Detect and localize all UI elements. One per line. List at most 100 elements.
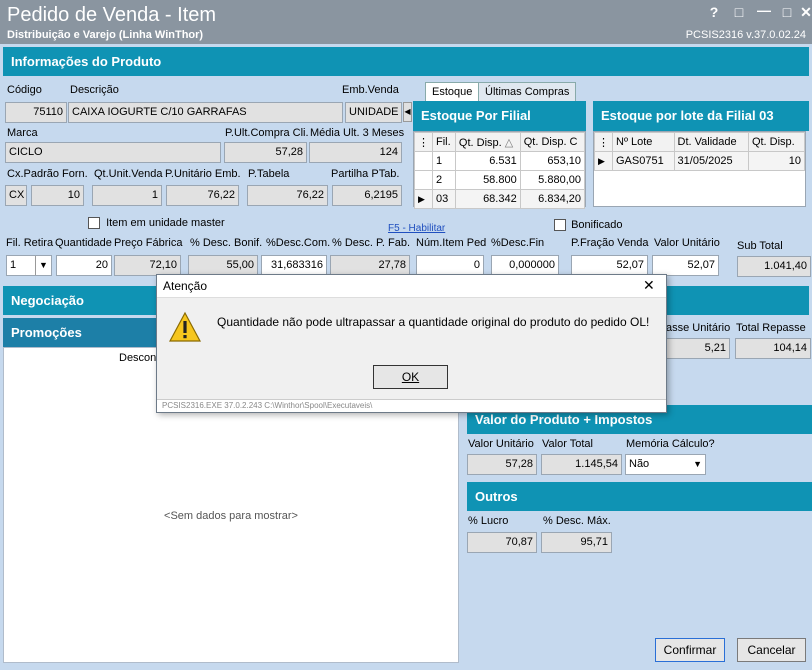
desc-bonif-label: % Desc. Bonif. [190, 237, 263, 249]
cell-fil: 03 [432, 189, 456, 209]
repasse-unitario-label: asse Unitário [666, 322, 731, 334]
p-fracao-input[interactable]: 52,07 [571, 255, 648, 276]
desc-com-label: %Desc.Com. [266, 237, 331, 249]
punit-field[interactable]: 76,22 [166, 185, 239, 206]
close-icon[interactable]: ✕ [643, 277, 655, 294]
memoria-value: Não [629, 458, 650, 470]
table-row[interactable]: ▶ GAS0751 31/05/2025 10 [594, 151, 806, 171]
media-label: Média Ult. 3 Meses [310, 127, 405, 139]
col-lote[interactable]: Nº Lote [612, 132, 675, 152]
cx-unit-field[interactable]: CX [5, 185, 27, 206]
pult-field[interactable]: 57,28 [224, 142, 307, 163]
desc-fin-label: %Desc.Fin [491, 237, 545, 249]
desc-pfab-label: % Desc. P. Fab. [332, 237, 411, 249]
memoria-select[interactable]: Não ▼ [625, 454, 706, 475]
scroll-left-icon[interactable]: ◀ [403, 102, 412, 122]
row-indicator-col: ⋮ [594, 132, 613, 152]
lucro-field: 70,87 [467, 532, 537, 553]
col-fil[interactable]: Fil. [432, 132, 456, 152]
window-subtitle: Distribuição e Varejo (Linha WinThor) [7, 29, 204, 41]
desc-com-input[interactable]: 31,683316 [261, 255, 327, 276]
dialog-message: Quantidade não pode ultrapassar a quanti… [217, 315, 650, 329]
partilha-field[interactable]: 6,2195 [332, 185, 402, 206]
marca-field[interactable]: CICLO [5, 142, 221, 163]
empty-grid-text: <Sem dados para mostrar> [164, 510, 298, 522]
close-icon[interactable]: ✕ [798, 4, 812, 21]
media-field[interactable]: 124 [309, 142, 402, 163]
cell-qt: 68.342 [454, 189, 521, 209]
sort-asc-icon: △ [504, 136, 514, 149]
col-qt-disp[interactable]: Qt. Disp. [747, 132, 806, 152]
memoria-label: Memória Cálculo? [626, 438, 715, 450]
col-desconto[interactable]: Descont [119, 352, 159, 364]
tab-estoque[interactable]: Estoque [425, 82, 480, 101]
qtunit-label: Qt.Unit.Venda [94, 168, 163, 180]
checkbox-icon [88, 217, 100, 230]
desc-bonif-field[interactable]: 55,00 [188, 255, 258, 276]
desc-fin-input[interactable]: 0,000000 [491, 255, 559, 276]
quantidade-input[interactable]: 20 [56, 255, 112, 276]
maximize-icon[interactable]: □ [779, 4, 795, 20]
valor-unitario-label: Valor Unitário [654, 237, 720, 249]
tab-ultimas-compras[interactable]: Últimas Compras [478, 82, 577, 101]
confirmar-button[interactable]: Confirmar [655, 638, 725, 662]
num-item-input[interactable]: 0 [416, 255, 484, 276]
fil-retira-label: Fil. Retira [6, 237, 54, 249]
marca-label: Marca [7, 127, 38, 139]
col-validade[interactable]: Dt. Validade [673, 132, 749, 152]
cx-value-field[interactable]: 10 [31, 185, 84, 206]
qtunit-field[interactable]: 1 [92, 185, 162, 206]
version-label: PCSIS2316 v.37.0.02.24 [685, 29, 806, 41]
cell-lote: GAS0751 [612, 151, 675, 171]
cancelar-button[interactable]: Cancelar [737, 638, 806, 662]
col-qt-disp[interactable]: Qt. Disp. △ [454, 132, 521, 152]
ok-button[interactable]: OK [373, 365, 448, 389]
table-row[interactable]: ▶ 03 68.342 6.834,20 [414, 189, 586, 209]
restore-icon[interactable]: □ [731, 4, 747, 20]
cell-validade: 31/05/2025 [673, 151, 749, 171]
valor-unitario-input[interactable]: 52,07 [652, 255, 719, 276]
vp-valor-unitario-field: 57,28 [467, 454, 537, 475]
cell-qt: 58.800 [454, 170, 521, 190]
table-row[interactable]: 1 6.531 653,10 [414, 151, 586, 171]
master-label: Item em unidade master [106, 217, 225, 229]
descricao-label: Descrição [70, 84, 119, 96]
vp-valor-unitario-label: Valor Unitário [468, 438, 534, 450]
master-checkbox[interactable]: Item em unidade master [88, 217, 225, 230]
help-icon[interactable]: ? [706, 4, 722, 20]
col-qt-disp-c[interactable]: Qt. Disp. C [519, 132, 586, 152]
title-bar: Pedido de Venda - Item Distribuição e Va… [0, 0, 812, 44]
chevron-down-icon[interactable]: ▼ [693, 455, 702, 474]
estoque-filial-header: Estoque Por Filial [413, 101, 586, 131]
num-item-label: Núm.Item Ped [416, 237, 487, 249]
cell-qtc: 653,10 [519, 151, 586, 171]
desc-pfab-field[interactable]: 27,78 [330, 255, 410, 276]
estoque-lote-header: Estoque por lote da Filial 03 [593, 101, 809, 131]
estoque-filial-grid: ⋮ Fil. Qt. Disp. △ Qt. Disp. C 1 6.531 6… [413, 131, 586, 209]
ptab-label: P.Tabela [248, 168, 290, 180]
repasse-unitario-field: 5,21 [661, 338, 730, 359]
fil-retira-select[interactable]: 1 ▼ [6, 255, 52, 276]
row-indicator-col: ⋮ [414, 132, 433, 152]
table-row[interactable]: 2 58.800 5.880,00 [414, 170, 586, 190]
vp-valor-total-field: 1.145,54 [541, 454, 622, 475]
emb-field[interactable]: UNIDADE [345, 102, 402, 123]
outros-header: Outros [467, 482, 812, 511]
cell-fil: 1 [432, 151, 456, 171]
preco-fabrica-field[interactable]: 72,10 [114, 255, 181, 276]
subtotal-field: 1.041,40 [737, 256, 811, 277]
chevron-down-icon[interactable]: ▼ [35, 256, 51, 275]
minimize-icon[interactable]: — [756, 2, 772, 18]
f5-link[interactable]: F5 - Habilitar [388, 223, 445, 234]
emb-label: Emb.Venda [342, 84, 399, 96]
checkbox-icon [554, 219, 566, 232]
ptab-field[interactable]: 76,22 [247, 185, 328, 206]
cell-qtc: 5.880,00 [519, 170, 586, 190]
descricao-field[interactable]: CAIXA IOGURTE C/10 GARRAFAS [68, 102, 343, 123]
subtotal-label: Sub Total [737, 240, 783, 252]
pult-label: P.Ult.Compra Cli. [225, 127, 309, 139]
cell-qt: 6.531 [454, 151, 521, 171]
dialog-footer: PCSIS2316.EXE 37.0.2.243 C:\Winthor\Spoo… [157, 399, 666, 412]
codigo-field[interactable]: 75110 [5, 102, 67, 123]
bonificado-checkbox[interactable]: Bonificado [554, 219, 622, 232]
